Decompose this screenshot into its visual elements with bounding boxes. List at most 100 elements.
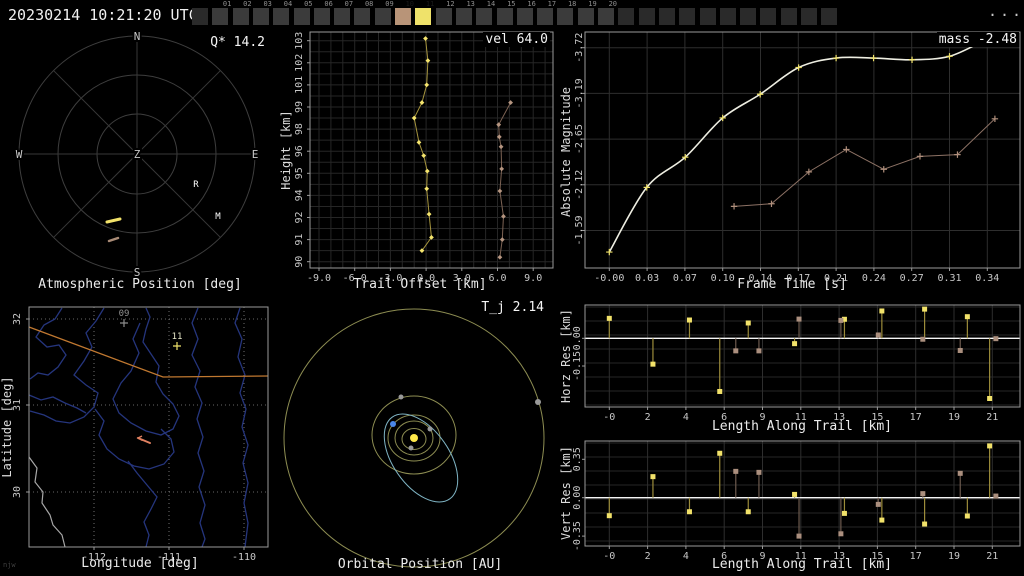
frame-thumb-blank-25[interactable]: [699, 8, 716, 25]
frame-thumb-14[interactable]: 14: [476, 1, 495, 25]
svg-text:-2.65: -2.65: [574, 124, 585, 154]
frame-thumb-label: 15: [507, 0, 516, 8]
frame-thumb-label: 07: [344, 0, 354, 8]
svg-text:21: 21: [986, 412, 998, 423]
svg-text:W: W: [16, 148, 23, 161]
svg-text:9: 9: [759, 412, 765, 423]
magnitude-ylabel: Absolute Magnitude: [560, 87, 573, 217]
frame-thumb-blank-30[interactable]: [801, 8, 817, 25]
frame-thumb-04[interactable]: 04: [273, 1, 292, 25]
svg-text:91: 91: [294, 234, 305, 246]
frame-thumb-20[interactable]: 20: [598, 1, 617, 25]
frame-thumb-11[interactable]: 11: [415, 1, 434, 25]
svg-text:92: 92: [294, 211, 305, 223]
solar-system-bodies: [390, 394, 541, 451]
svg-text:13: 13: [833, 551, 845, 562]
map-border-line: [28, 326, 269, 378]
watermark: njw: [3, 561, 16, 569]
frame-thumb-blank-24[interactable]: [679, 8, 696, 25]
svg-text:4: 4: [683, 551, 689, 562]
frame-thumb-blank-0[interactable]: [192, 8, 208, 25]
svg-text:2: 2: [645, 551, 651, 562]
frame-thumb-blank-23[interactable]: [658, 8, 675, 25]
frame-thumb-07[interactable]: 07: [334, 1, 353, 25]
frame-thumb-blank-29[interactable]: [780, 8, 797, 25]
svg-text:11: 11: [172, 332, 183, 342]
radiant-markers: RM: [191, 178, 223, 224]
svg-text:N: N: [134, 30, 141, 43]
frame-thumb-05[interactable]: 05: [293, 1, 313, 25]
frame-thumb-label: 16: [527, 0, 536, 8]
svg-text:0.35: 0.35: [572, 447, 583, 471]
map-coastline: [28, 456, 66, 548]
venus-dot: [427, 426, 433, 432]
svg-text:13: 13: [833, 412, 845, 423]
svg-text:99: 99: [294, 101, 305, 113]
svg-text:32: 32: [12, 313, 23, 325]
magnitude-fit-line: [608, 40, 984, 253]
overflow-menu-button[interactable]: ...: [988, 2, 1024, 20]
svg-text:6: 6: [721, 551, 727, 562]
trail-caption: Trail Offset [km]: [353, 277, 487, 292]
velocity-badge: vel 64.0: [483, 32, 550, 47]
frame-thumb-08[interactable]: 08: [354, 1, 373, 25]
frame-thumb-label: 05: [304, 0, 313, 8]
map-caption: Longitude [deg]: [81, 556, 199, 571]
frame-thumb-09[interactable]: 09: [374, 1, 394, 25]
svg-text:-3.72: -3.72: [574, 33, 585, 63]
svg-text:0.00: 0.00: [572, 486, 583, 510]
map-axes: -112 -111 -110323130: [12, 306, 269, 563]
frame-thumb-blank-28[interactable]: [760, 8, 777, 25]
svg-text:6: 6: [721, 412, 727, 423]
magnitude-grid: [585, 32, 1020, 268]
frame-thumb-label: 13: [466, 0, 475, 8]
svg-text:11: 11: [795, 551, 807, 562]
frame-thumb-blank-27[interactable]: [740, 8, 757, 25]
frame-thumb-12[interactable]: 12: [435, 1, 455, 25]
map-frame-markers: 09 11: [119, 309, 183, 350]
svg-text:21: 21: [986, 551, 998, 562]
svg-text:2: 2: [645, 412, 651, 423]
frame-thumb-label: 08: [364, 0, 374, 8]
magnitude-caption: Frame Time [s]: [737, 277, 847, 292]
frame-thumb-10[interactable]: 10: [395, 1, 414, 25]
svg-text:19: 19: [948, 412, 960, 423]
frame-thumb-16[interactable]: 16: [516, 1, 536, 25]
svg-text:102: 102: [294, 54, 305, 72]
res-series-station-10: [733, 468, 999, 539]
frame-thumb-blank-26[interactable]: [719, 8, 736, 25]
magnitude-series-station-11: [606, 37, 987, 256]
svg-text:-0: -0: [603, 412, 615, 423]
svg-text:95: 95: [294, 167, 305, 179]
magnitude-axes: -0.00 0.03 0.07 0.10 0.14 0.17 0.21 0.24 0.27 0.3…: [574, 31, 1021, 284]
svg-text:98: 98: [294, 123, 305, 135]
svg-text:Z: Z: [134, 148, 141, 161]
svg-text:-1.59: -1.59: [574, 215, 585, 245]
frame-thumb-label: 03: [263, 0, 272, 8]
frame-thumb-15[interactable]: 15: [496, 1, 516, 25]
svg-text:15: 15: [871, 551, 883, 562]
svg-text:E: E: [252, 148, 259, 161]
frame-thumb-blank-31[interactable]: [821, 8, 838, 25]
frame-thumb-label: 19: [588, 0, 597, 8]
frame-thumb-label: 10: [405, 0, 414, 8]
frame-thumb-18[interactable]: 18: [557, 1, 576, 25]
frame-thumb-02[interactable]: 02: [232, 1, 252, 25]
svg-text:09: 09: [119, 309, 130, 319]
frame-thumb-17[interactable]: 17: [537, 1, 556, 25]
frame-thumb-03[interactable]: 03: [252, 1, 272, 25]
frame-thumb-19[interactable]: 19: [577, 1, 597, 25]
svg-text:90: 90: [294, 256, 305, 268]
meteor-analysis-app: 20230214 10:21:20 UTC 01 02 03 04 05 06 07 08 09…: [0, 0, 1024, 576]
frame-thumb-label: 02: [243, 0, 252, 8]
frame-thumb-label: 17: [547, 0, 557, 8]
frame-thumb-13[interactable]: 13: [455, 1, 475, 25]
frame-thumb-blank-21[interactable]: [618, 8, 635, 25]
frame-thumb-06[interactable]: 06: [313, 1, 333, 25]
frame-thumb-label: 12: [446, 0, 455, 8]
trail-grid: [310, 32, 553, 268]
mass-badge: mass -2.48: [936, 32, 1019, 47]
frame-thumb-blank-22[interactable]: [638, 8, 655, 25]
res-grid: [585, 441, 1020, 546]
frame-thumb-01[interactable]: 01: [212, 1, 231, 25]
